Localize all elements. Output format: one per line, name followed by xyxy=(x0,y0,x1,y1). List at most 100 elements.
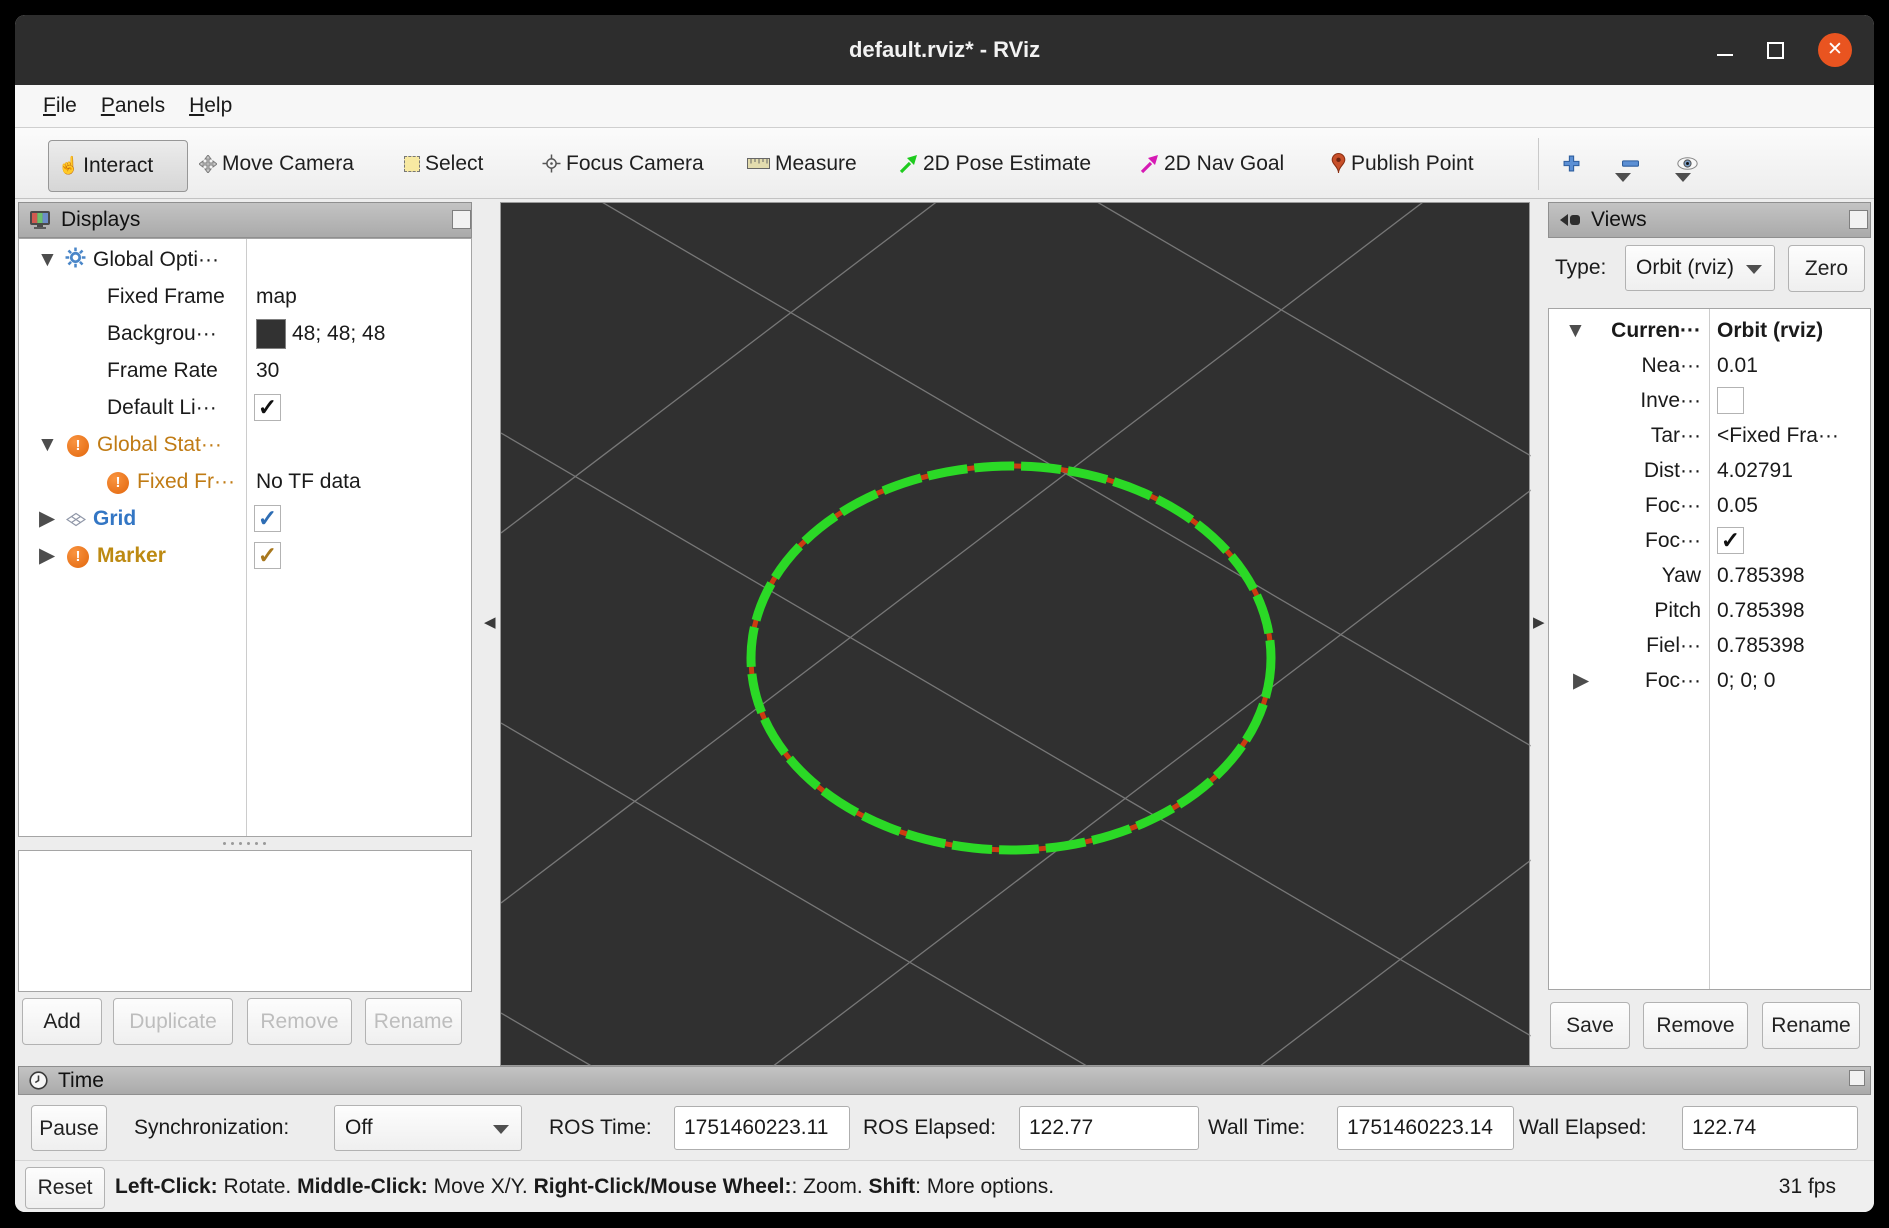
view-type-dropdown[interactable]: Orbit (rviz) xyxy=(1625,245,1775,291)
target-frame-value[interactable]: <Fixed Fra··· xyxy=(1717,417,1839,454)
expander-right-icon[interactable]: ▶ xyxy=(39,537,55,574)
views-float-button[interactable] xyxy=(1849,210,1868,229)
titlebar[interactable]: default.rviz* - RViz ✕ xyxy=(15,15,1874,85)
remove-tool-dropdown-icon[interactable] xyxy=(1615,173,1631,182)
menu-file[interactable]: File xyxy=(43,94,77,118)
color-swatch xyxy=(256,319,286,349)
remove-view-button[interactable]: Remove xyxy=(1643,1002,1748,1049)
displays-float-button[interactable] xyxy=(452,210,471,229)
pitch-value[interactable]: 0.785398 xyxy=(1717,592,1805,629)
tool-interact[interactable]: ☝ Interact xyxy=(48,140,188,192)
fixed-frame-value[interactable]: map xyxy=(256,278,297,315)
views-row-focal-point[interactable]: ▶ Foc··· 0; 0; 0 xyxy=(1549,662,1870,699)
rename-display-button[interactable]: Rename xyxy=(365,998,462,1045)
tree-row-fixed-frame[interactable]: Fixed Frame map xyxy=(19,278,471,315)
gear-icon xyxy=(65,247,86,268)
focal-point-value[interactable]: 0; 0; 0 xyxy=(1717,662,1775,699)
plus-icon xyxy=(1563,155,1580,172)
tool-2d-pose-estimate[interactable]: 2D Pose Estimate xyxy=(898,128,1091,199)
save-view-button[interactable]: Save xyxy=(1550,1002,1630,1049)
tree-row-grid[interactable]: ▶ Grid ✓ xyxy=(19,500,471,537)
maximize-icon[interactable] xyxy=(1767,42,1784,59)
tool-measure[interactable]: Measure xyxy=(747,128,857,199)
chevron-down-icon xyxy=(1746,265,1762,274)
warning-icon: ! xyxy=(107,472,129,494)
displays-tree: ▼ Global Opti··· Fixed Frame map Backgro… xyxy=(18,238,472,837)
tool-select[interactable]: Select xyxy=(404,128,483,199)
views-row-distance[interactable]: Dist··· 4.02791 xyxy=(1549,452,1870,489)
tree-row-default-light[interactable]: Default Li··· ✓ xyxy=(19,389,471,426)
field-of-view-value[interactable]: 0.785398 xyxy=(1717,627,1805,664)
views-row-pitch[interactable]: Pitch 0.785398 xyxy=(1549,592,1870,629)
remove-display-button[interactable]: Remove xyxy=(247,998,352,1045)
pause-button[interactable]: Pause xyxy=(31,1105,107,1151)
default-light-checkbox[interactable]: ✓ xyxy=(254,394,281,421)
remove-tool-button[interactable] xyxy=(1622,128,1639,199)
displays-description-area xyxy=(18,850,472,992)
distance-value[interactable]: 4.02791 xyxy=(1717,452,1793,489)
time-panel-header[interactable]: Time xyxy=(18,1066,1871,1095)
marker-enabled-checkbox[interactable]: ✓ xyxy=(254,542,281,569)
displays-panel-header[interactable]: Displays xyxy=(18,202,472,238)
ros-time-input[interactable]: 1751460223.11 xyxy=(674,1106,850,1150)
near-clip-value[interactable]: 0.01 xyxy=(1717,347,1758,384)
views-row-yaw[interactable]: Yaw 0.785398 xyxy=(1549,557,1870,594)
toolbar: ☝ Interact Move Camera Select Focus Came… xyxy=(15,128,1874,199)
minimize-icon[interactable] xyxy=(1717,54,1733,56)
tree-row-fixed-frame-status[interactable]: ! Fixed Fr··· No TF data xyxy=(19,463,471,500)
invert-z-checkbox[interactable] xyxy=(1717,387,1744,414)
time-float-button[interactable] xyxy=(1849,1070,1865,1086)
add-tool-button[interactable] xyxy=(1563,128,1580,199)
tree-row-global-options[interactable]: ▼ Global Opti··· xyxy=(19,241,471,278)
tool-visibility-dropdown-icon[interactable] xyxy=(1675,173,1691,182)
close-icon[interactable]: ✕ xyxy=(1818,33,1852,67)
view-type-label: Type: xyxy=(1555,245,1606,291)
rviz-window: default.rviz* - RViz ✕ File Panels Help … xyxy=(15,15,1874,1212)
tool-move-camera[interactable]: Move Camera xyxy=(199,128,354,199)
add-display-button[interactable]: Add xyxy=(22,998,102,1045)
tree-row-global-status[interactable]: ▼ ! Global Stat··· xyxy=(19,426,471,463)
wall-elapsed-label: Wall Elapsed: xyxy=(1519,1105,1647,1151)
displays-splitter-handle[interactable] xyxy=(223,842,271,846)
tool-2d-nav-goal[interactable]: 2D Nav Goal xyxy=(1139,128,1284,199)
expander-down-icon[interactable]: ▼ xyxy=(37,426,58,463)
focal-shape-fixed-checkbox[interactable]: ✓ xyxy=(1717,527,1744,554)
viewport[interactable] xyxy=(500,202,1530,1066)
rename-view-button[interactable]: Rename xyxy=(1762,1002,1860,1049)
tree-row-marker[interactable]: ▶ ! Marker ✓ xyxy=(19,537,471,574)
background-color-value[interactable]: 48; 48; 48 xyxy=(256,315,385,352)
views-row-near-clip[interactable]: Nea··· 0.01 xyxy=(1549,347,1870,384)
tool-visibility-button[interactable] xyxy=(1677,128,1698,199)
focus-crosshair-icon xyxy=(542,154,561,173)
menu-help[interactable]: Help xyxy=(189,94,232,118)
focal-shape-size-value[interactable]: 0.05 xyxy=(1717,487,1758,524)
tree-row-background-color[interactable]: Backgrou··· 48; 48; 48 xyxy=(19,315,471,352)
zero-button[interactable]: Zero xyxy=(1788,245,1865,292)
views-row-current-view[interactable]: ▼ Curren··· Orbit (rviz) xyxy=(1549,312,1870,349)
synchronization-dropdown[interactable]: Off xyxy=(334,1105,522,1151)
grid-enabled-checkbox[interactable]: ✓ xyxy=(254,505,281,532)
views-row-invert-z[interactable]: Inve··· xyxy=(1549,382,1870,419)
menu-panels[interactable]: Panels xyxy=(101,94,165,118)
duplicate-display-button[interactable]: Duplicate xyxy=(113,998,233,1045)
views-row-field-of-view[interactable]: Fiel··· 0.785398 xyxy=(1549,627,1870,664)
reset-button[interactable]: Reset xyxy=(25,1167,105,1209)
tree-row-frame-rate[interactable]: Frame Rate 30 xyxy=(19,352,471,389)
time-panel-title: Time xyxy=(58,1069,104,1093)
tool-publish-point[interactable]: Publish Point xyxy=(1331,128,1474,199)
window-title: default.rviz* - RViz xyxy=(15,15,1874,85)
ros-elapsed-input[interactable]: 122.77 xyxy=(1019,1106,1199,1150)
expander-right-icon[interactable]: ▶ xyxy=(39,500,55,537)
frame-rate-value[interactable]: 30 xyxy=(256,352,279,389)
wall-elapsed-input[interactable]: 122.74 xyxy=(1682,1106,1858,1150)
views-row-target-frame[interactable]: Tar··· <Fixed Fra··· xyxy=(1549,417,1870,454)
views-panel-header[interactable]: Views xyxy=(1548,202,1871,238)
yaw-value[interactable]: 0.785398 xyxy=(1717,557,1805,594)
wall-time-input[interactable]: 1751460223.14 xyxy=(1337,1106,1514,1150)
collapse-left-panel-icon[interactable]: ◀ xyxy=(484,613,496,631)
views-row-focal-shape-fixed[interactable]: Foc··· ✓ xyxy=(1549,522,1870,559)
collapse-right-panel-icon[interactable]: ▶ xyxy=(1533,613,1545,631)
views-row-focal-shape-size[interactable]: Foc··· 0.05 xyxy=(1549,487,1870,524)
tool-focus-camera[interactable]: Focus Camera xyxy=(542,128,704,199)
expander-down-icon[interactable]: ▼ xyxy=(37,241,58,278)
